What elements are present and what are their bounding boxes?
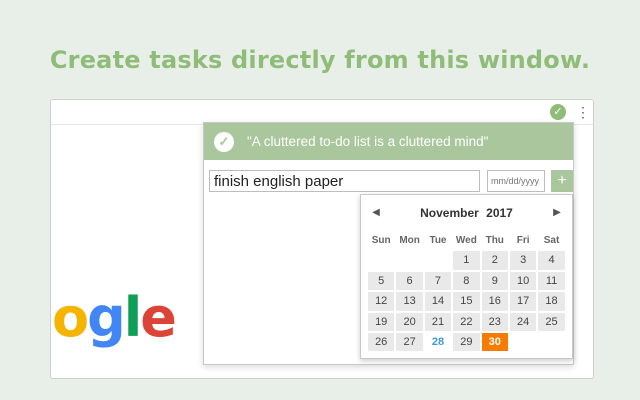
- quote-text: "A cluttered to-do list is a cluttered m…: [247, 134, 489, 149]
- calendar-day[interactable]: 7: [423, 270, 453, 292]
- weekday-label: Fri: [508, 230, 538, 251]
- weekday-label: Thu: [480, 230, 509, 251]
- calendar-day[interactable]: 26: [367, 331, 396, 353]
- calendar-day[interactable]: 12: [367, 291, 396, 312]
- calendar-day[interactable]: 30: [480, 331, 509, 353]
- weekday-label: Tue: [423, 230, 453, 251]
- calendar-day[interactable]: 19: [367, 311, 396, 332]
- calendar-empty-cell: [423, 250, 453, 271]
- calendar-day[interactable]: 14: [423, 291, 453, 312]
- extension-popup: ✓ "A cluttered to-do list is a cluttered…: [203, 122, 574, 365]
- calendar-day[interactable]: 29: [452, 331, 481, 353]
- weekday-label: Wed: [452, 230, 481, 251]
- page-headline: Create tasks directly from this window.: [49, 46, 591, 74]
- calendar-empty-cell: [395, 250, 424, 271]
- weekday-label: Sat: [537, 230, 566, 251]
- calendar-day[interactable]: 5: [367, 270, 396, 292]
- calendar-day[interactable]: 22: [452, 311, 481, 332]
- google-logo: ogle: [52, 286, 177, 349]
- calendar-day[interactable]: 27: [395, 331, 424, 353]
- calendar-day[interactable]: 25: [537, 311, 566, 332]
- calendar-grid: Sun Mon Tue Wed Thu Fri Sat 1 2 3 4 5 6 7 8 9 10 11 12 13 14…: [367, 230, 566, 353]
- calendar-day[interactable]: 10: [508, 270, 538, 292]
- task-input[interactable]: [209, 170, 480, 192]
- next-month-icon[interactable]: ▶: [551, 205, 563, 221]
- calendar-day[interactable]: 24: [508, 311, 538, 332]
- calendar-day[interactable]: 28: [423, 331, 453, 353]
- calendar-day[interactable]: 2: [480, 250, 509, 271]
- check-circle-icon: ✓: [214, 131, 234, 152]
- calendar-header: ◀ November 2017 ▶: [361, 205, 572, 221]
- calendar-week-row: 1234: [367, 250, 566, 271]
- calendar-empty-cell: [367, 250, 396, 271]
- weekday-header-row: Sun Mon Tue Wed Thu Fri Sat: [367, 230, 566, 251]
- calendar-day[interactable]: 20: [395, 311, 424, 332]
- calendar-month: November: [420, 206, 479, 220]
- calendar-day[interactable]: 11: [537, 270, 566, 292]
- calendar-year: 2017: [486, 206, 513, 220]
- add-task-button[interactable]: +: [551, 170, 573, 192]
- weekday-label: Sun: [367, 230, 396, 251]
- calendar-day[interactable]: 4: [537, 250, 566, 271]
- calendar-empty-cell: [508, 331, 538, 353]
- calendar-day[interactable]: 17: [508, 291, 538, 312]
- quote-bar: ✓ "A cluttered to-do list is a cluttered…: [204, 123, 573, 160]
- calendar-day[interactable]: 1: [452, 250, 481, 271]
- calendar-week-row: 12 13 14 15 16 17 18: [367, 291, 566, 312]
- calendar-week-row: 19 20 21 22 23 24 25: [367, 311, 566, 332]
- calendar-day[interactable]: 8: [452, 270, 481, 292]
- calendar-day[interactable]: 15: [452, 291, 481, 312]
- weekday-label: Mon: [395, 230, 424, 251]
- calendar-week-row: 5 6 7 8 9 10 11: [367, 270, 566, 292]
- calendar-day[interactable]: 13: [395, 291, 424, 312]
- date-picker-calendar: ◀ November 2017 ▶ Sun Mon Tue Wed Thu Fri Sat 1…: [360, 194, 573, 359]
- extension-check-icon[interactable]: ✓: [550, 104, 566, 120]
- calendar-day[interactable]: 16: [480, 291, 509, 312]
- calendar-day[interactable]: 18: [537, 291, 566, 312]
- calendar-day[interactable]: 9: [480, 270, 509, 292]
- calendar-day[interactable]: 3: [508, 250, 538, 271]
- date-input[interactable]: [487, 170, 545, 192]
- calendar-week-row: 26 27 28 29 30: [367, 331, 566, 353]
- calendar-empty-cell: [537, 331, 566, 353]
- calendar-month-year: November 2017: [361, 205, 572, 221]
- browser-menu-icon[interactable]: ⋮: [576, 102, 590, 122]
- calendar-day[interactable]: 21: [423, 311, 453, 332]
- calendar-day[interactable]: 6: [395, 270, 424, 292]
- calendar-day[interactable]: 23: [480, 311, 509, 332]
